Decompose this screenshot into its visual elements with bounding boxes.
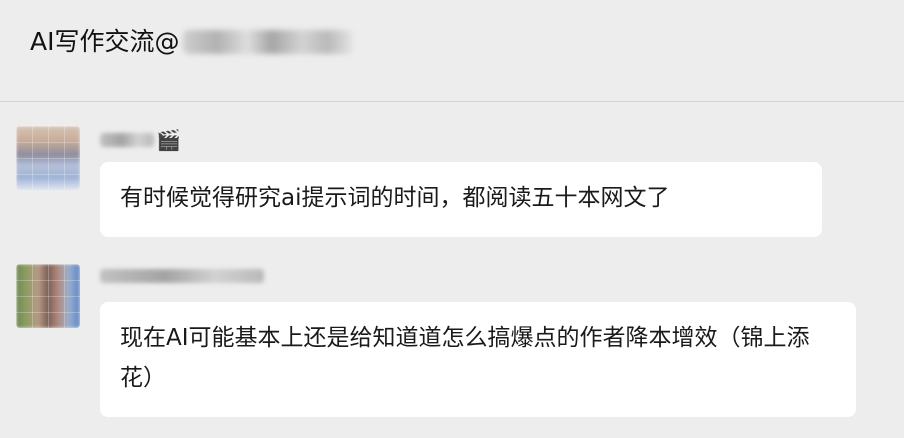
clapperboard-icon: 🎬 [156,128,181,152]
message-bubble[interactable]: 现在AI可能基本上还是给知道道怎么搞爆点的作者降本增效（锦上添花） [100,302,856,417]
message-text: 有时候觉得研究ai提示词的时间，都阅读五十本网文了 [120,185,670,211]
group-name: AI写作交流@ [30,27,180,56]
chat-header: AI写作交流@ [0,0,904,102]
blurred-sender-name [100,269,264,283]
chat-title[interactable]: AI写作交流@ [30,24,354,60]
avatar[interactable] [16,126,80,190]
message-bubble[interactable]: 有时候觉得研究ai提示词的时间，都阅读五十本网文了 [100,162,822,237]
sender-name: 🎬 [100,128,181,152]
message-text: 现在AI可能基本上还是给知道道怎么搞爆点的作者降本增效（锦上添花） [120,325,810,391]
avatar[interactable] [16,264,80,328]
blurred-mention [183,30,354,54]
sender-name [100,266,264,286]
blurred-sender-name [100,133,154,147]
